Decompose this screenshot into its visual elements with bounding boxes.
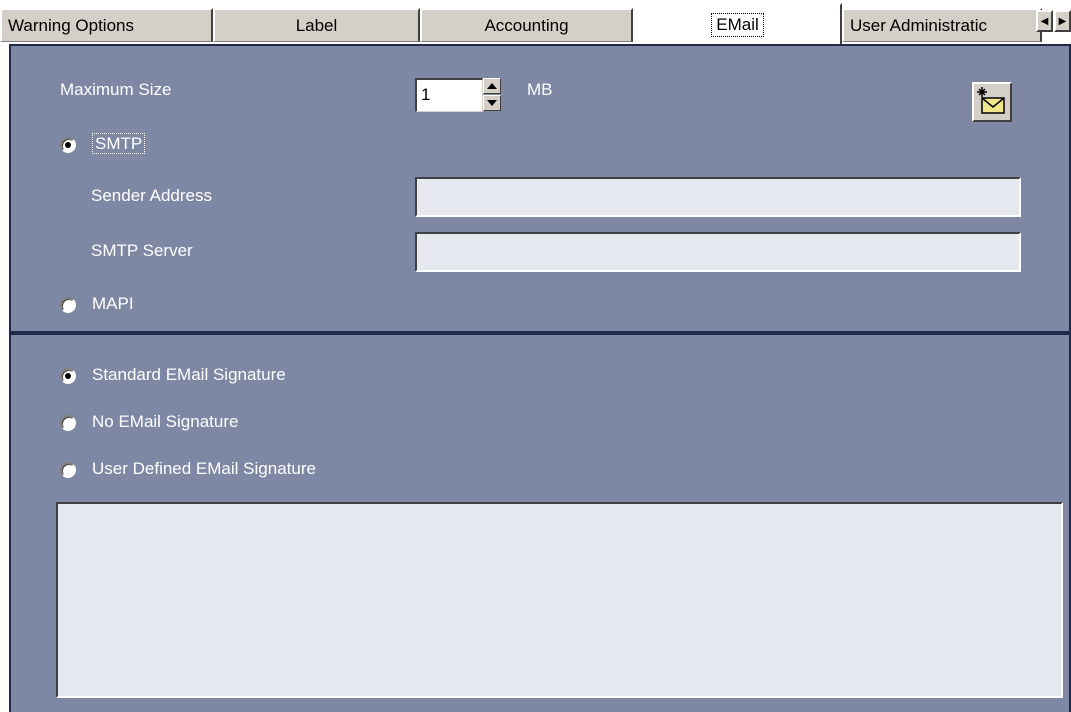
standard-signature-radio[interactable] bbox=[60, 368, 76, 384]
tab-label: User Administratic bbox=[850, 15, 987, 35]
arrow-left-icon: ◀ bbox=[1040, 15, 1049, 27]
sender-address-label: Sender Address bbox=[91, 186, 212, 205]
maximum-size-unit: MB bbox=[527, 80, 553, 99]
tab-scroll-left-button[interactable]: ◀ bbox=[1036, 10, 1053, 32]
user-defined-signature-radio[interactable] bbox=[60, 462, 76, 478]
sender-address-input[interactable] bbox=[415, 177, 1021, 217]
tab-email[interactable]: EMail bbox=[633, 3, 842, 44]
no-signature-label[interactable]: No EMail Signature bbox=[92, 412, 238, 432]
tab-label: Accounting bbox=[484, 15, 569, 35]
mail-icon bbox=[977, 87, 1005, 114]
smtp-server-label: SMTP Server bbox=[91, 241, 193, 260]
maximum-size-label: Maximum Size bbox=[60, 80, 172, 99]
tab-user-administration[interactable]: User Administratic bbox=[842, 8, 1042, 42]
arrow-up-icon bbox=[487, 83, 497, 89]
tab-accounting[interactable]: Accounting bbox=[420, 8, 633, 42]
spin-up-button[interactable] bbox=[483, 78, 501, 94]
standard-signature-label[interactable]: Standard EMail Signature bbox=[92, 365, 286, 385]
signature-text-area[interactable] bbox=[56, 502, 1063, 698]
smtp-server-input[interactable] bbox=[415, 232, 1021, 272]
user-defined-signature-label[interactable]: User Defined EMail Signature bbox=[92, 459, 316, 479]
arrow-down-icon bbox=[487, 100, 497, 106]
arrow-right-icon: ▶ bbox=[1058, 15, 1067, 27]
test-email-button[interactable] bbox=[972, 82, 1012, 122]
no-signature-radio[interactable] bbox=[60, 415, 76, 431]
smtp-label[interactable]: SMTP bbox=[92, 133, 146, 154]
tab-warning-options[interactable]: Warning Options bbox=[0, 8, 213, 42]
maximum-size-input[interactable]: 1 bbox=[415, 78, 483, 112]
mapi-label[interactable]: MAPI bbox=[92, 294, 134, 314]
spin-down-button[interactable] bbox=[483, 95, 501, 111]
signature-panel: Standard EMail Signature No EMail Signat… bbox=[9, 333, 1071, 712]
email-server-panel: Maximum Size 1 MB SMTP Sender Address SM… bbox=[9, 44, 1071, 333]
tab-scroll-right-button[interactable]: ▶ bbox=[1054, 10, 1071, 32]
smtp-radio[interactable] bbox=[60, 137, 76, 153]
tab-label-settings[interactable]: Label bbox=[213, 8, 420, 42]
tab-label: Label bbox=[295, 15, 338, 35]
tab-label: Warning Options bbox=[8, 15, 134, 35]
tab-strip: Warning Options Label Accounting EMail U… bbox=[0, 0, 1071, 46]
tab-label: EMail bbox=[711, 12, 764, 37]
mapi-radio[interactable] bbox=[60, 297, 76, 313]
